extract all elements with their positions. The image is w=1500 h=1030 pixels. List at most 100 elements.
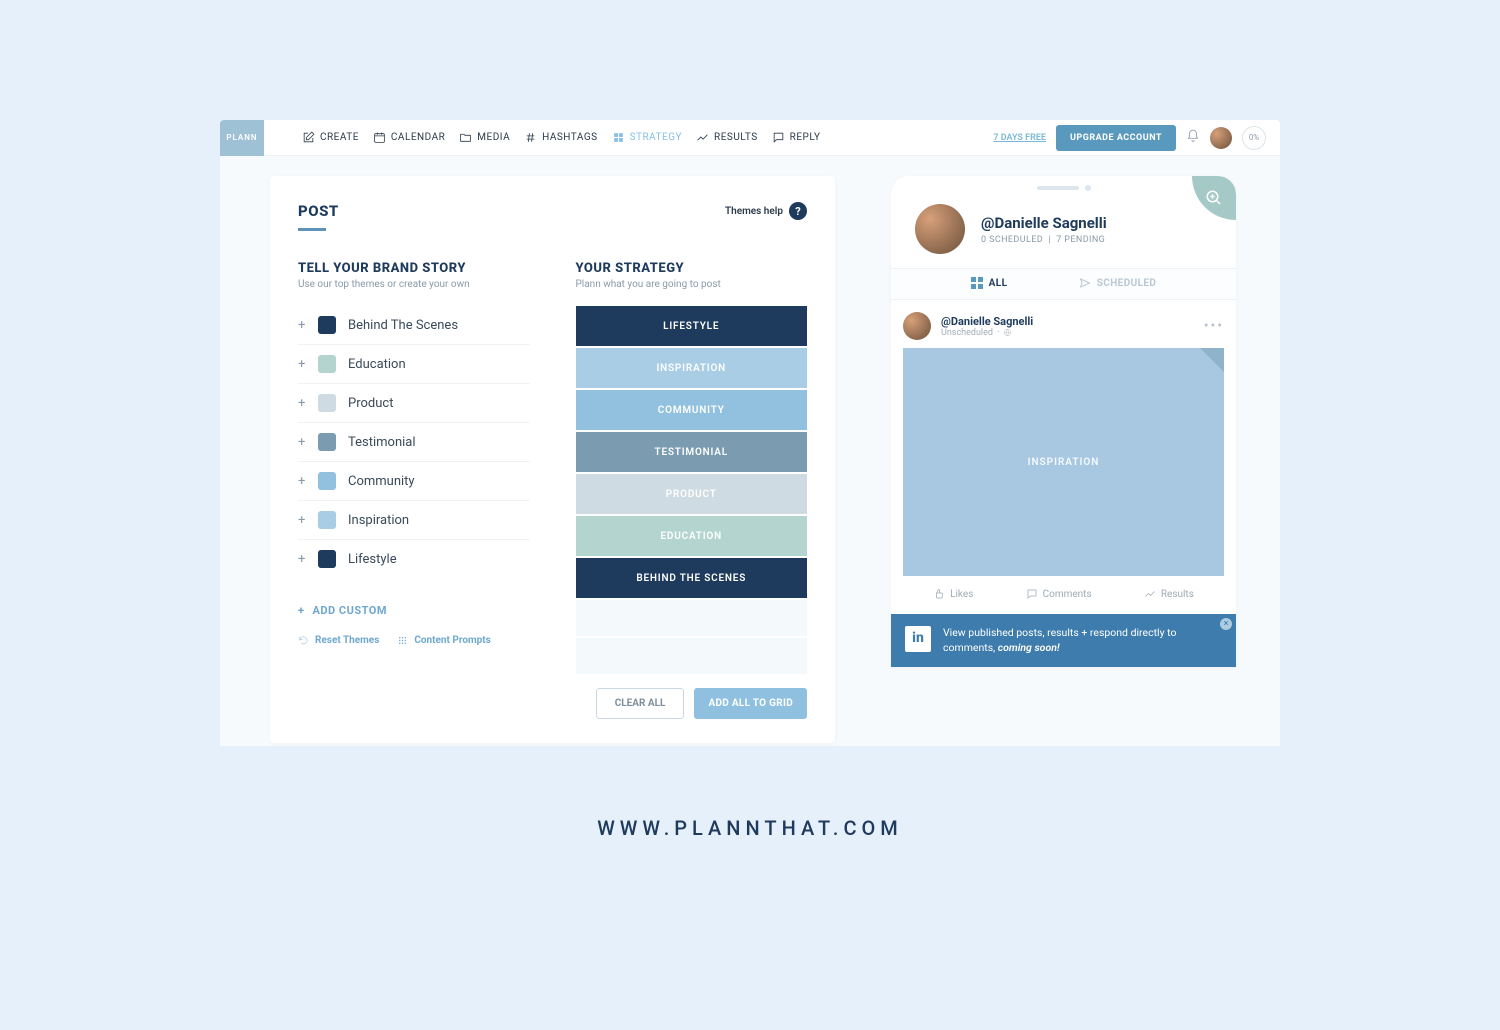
theme-row[interactable]: + Community (298, 462, 530, 501)
post-avatar[interactable] (903, 312, 931, 340)
theme-label: Lifestyle (348, 552, 397, 567)
theme-label: Education (348, 357, 406, 372)
theme-swatch (318, 316, 336, 334)
nav-media[interactable]: MEDIA (459, 131, 510, 144)
post-image-tile[interactable]: INSPIRATION (903, 348, 1224, 576)
add-theme-icon: + (298, 435, 306, 450)
post-stats: Likes Comments Results (903, 576, 1224, 614)
nav-results[interactable]: RESULTS (696, 131, 758, 144)
results-stat[interactable]: Results (1144, 588, 1194, 600)
trend-icon (696, 131, 709, 144)
nav-calendar[interactable]: CALENDAR (373, 131, 445, 144)
strategy-row[interactable]: BEHIND THE SCENES (576, 558, 808, 598)
folder-icon (459, 131, 472, 144)
linkedin-icon: in (905, 626, 931, 652)
preview-panel: @Danielle Sagnelli 0 SCHEDULED | 7 PENDI… (891, 176, 1236, 667)
strategy-row[interactable]: PRODUCT (576, 474, 808, 514)
column-subtitle: Plann what you are going to post (576, 279, 808, 290)
theme-row[interactable]: + Behind The Scenes (298, 306, 530, 345)
nav-create[interactable]: CREATE (302, 131, 359, 144)
column-title: TELL YOUR BRAND STORY (298, 261, 530, 276)
tab-scheduled[interactable]: SCHEDULED (1079, 277, 1157, 289)
user-avatar[interactable] (1210, 127, 1232, 149)
theme-row[interactable]: + Inspiration (298, 501, 530, 540)
globe-icon (1003, 328, 1012, 337)
add-custom-button[interactable]: + ADD CUSTOM (298, 604, 530, 617)
topbar-right: 7 DAYS FREE UPGRADE ACCOUNT 0% (993, 125, 1280, 151)
tab-all[interactable]: ALL (971, 277, 1008, 289)
post-author: @Danielle Sagnelli (941, 315, 1033, 328)
strategy-row[interactable]: TESTIMONIAL (576, 432, 808, 472)
strategy-list: LIFESTYLEINSPIRATIONCOMMUNITYTESTIMONIAL… (576, 306, 808, 674)
preview-post: @Danielle Sagnelli Unscheduled · ••• INS… (891, 300, 1236, 614)
corner-flag-icon (1200, 348, 1224, 372)
add-theme-icon: + (298, 474, 306, 489)
upgrade-button[interactable]: UPGRADE ACCOUNT (1056, 125, 1176, 151)
strategy-row[interactable]: LIFESTYLE (576, 306, 808, 346)
strategy-row-empty[interactable] (576, 600, 808, 636)
banner-close-button[interactable]: × (1220, 618, 1232, 630)
nav-label: REPLY (790, 132, 821, 143)
add-theme-icon: + (298, 552, 306, 567)
theme-row[interactable]: + Testimonial (298, 423, 530, 462)
trial-link[interactable]: 7 DAYS FREE (993, 133, 1046, 143)
column-subtitle: Use our top themes or create your own (298, 279, 530, 290)
thumbs-up-icon (933, 588, 945, 600)
theme-swatch (318, 433, 336, 451)
grid-small-icon (971, 277, 983, 289)
profile-stats: 0 SCHEDULED | 7 PENDING (981, 235, 1107, 245)
hash-icon (524, 131, 537, 144)
strategy-row[interactable]: INSPIRATION (576, 348, 808, 388)
post-title: POST (298, 202, 339, 231)
post-menu-button[interactable]: ••• (1204, 318, 1224, 334)
comments-stat[interactable]: Comments (1026, 588, 1092, 600)
nav-label: RESULTS (714, 132, 758, 143)
dots-grid-icon (397, 635, 408, 646)
column-title: YOUR STRATEGY (576, 261, 808, 276)
theme-row[interactable]: + Lifestyle (298, 540, 530, 578)
nav-strategy[interactable]: STRATEGY (612, 131, 682, 144)
strategy-row[interactable]: EDUCATION (576, 516, 808, 556)
prompts-label: Content Prompts (414, 635, 490, 646)
footer-url: WWW.PLANNTHAT.COM (597, 816, 903, 840)
tile-theme-label: INSPIRATION (1028, 457, 1100, 468)
post-status: Unscheduled · (941, 328, 1033, 338)
likes-stat[interactable]: Likes (933, 588, 973, 600)
profile-handle: @Danielle Sagnelli (981, 214, 1107, 232)
theme-row[interactable]: + Education (298, 345, 530, 384)
profile-avatar[interactable] (915, 204, 965, 254)
add-all-to-grid-button[interactable]: ADD ALL TO GRID (694, 688, 807, 719)
preview-tabs: ALL SCHEDULED (891, 268, 1236, 300)
content-prompts-button[interactable]: Content Prompts (397, 635, 490, 646)
grid-icon (612, 131, 625, 144)
themes-help-link[interactable]: Themes help ? (725, 202, 807, 220)
content-area: POST Themes help ? TELL YOUR BRAND STORY… (220, 156, 1280, 746)
add-theme-icon: + (298, 318, 306, 333)
reset-themes-button[interactable]: Reset Themes (298, 635, 379, 646)
progress-indicator[interactable]: 0% (1242, 126, 1266, 150)
phone-notch (891, 176, 1236, 200)
comment-icon (1026, 588, 1038, 600)
logo[interactable]: PLANN (220, 120, 264, 156)
strategy-row-empty[interactable] (576, 638, 808, 674)
theme-label: Behind The Scenes (348, 318, 458, 333)
nav-hashtags[interactable]: HASHTAGS (524, 131, 597, 144)
theme-row[interactable]: + Product (298, 384, 530, 423)
clear-all-button[interactable]: CLEAR ALL (596, 688, 685, 719)
notifications-icon[interactable] (1186, 128, 1200, 147)
theme-swatch (318, 550, 336, 568)
brand-story-column: TELL YOUR BRAND STORY Use our top themes… (298, 261, 530, 719)
nav-label: STRATEGY (630, 132, 682, 143)
app-window: PLANN CREATE CALENDAR MEDIA HASHTAGS STR… (220, 120, 1280, 746)
edit-icon (302, 131, 315, 144)
nav-label: CREATE (320, 132, 359, 143)
strategy-row[interactable]: COMMUNITY (576, 390, 808, 430)
banner-text: View published posts, results + respond … (943, 626, 1222, 655)
topbar: PLANN CREATE CALENDAR MEDIA HASHTAGS STR… (220, 120, 1280, 156)
theme-label: Product (348, 396, 393, 411)
send-icon (1079, 277, 1091, 289)
strategy-column: YOUR STRATEGY Plann what you are going t… (576, 261, 808, 719)
nav-reply[interactable]: REPLY (772, 131, 821, 144)
theme-label: Community (348, 474, 415, 489)
post-card: POST Themes help ? TELL YOUR BRAND STORY… (270, 176, 835, 743)
